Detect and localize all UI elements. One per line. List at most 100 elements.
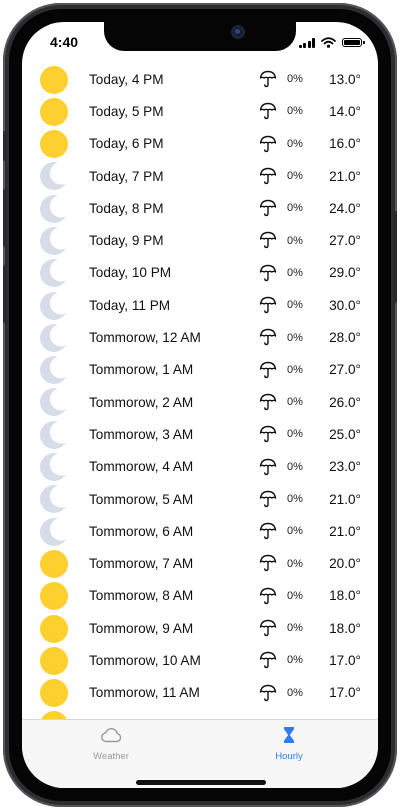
hourly-row: Tommorow, 9 AM 0% 18.0° [22, 612, 378, 644]
hourly-row: Tommorow, 3 AM 0% 25.0° [22, 418, 378, 450]
hour-label: Today, 4 PM [89, 71, 164, 87]
screen: 4:40 Today, 4 PM 0% 13.0° Today, 5 PM 0% 14.0… [22, 22, 378, 788]
umbrella-icon [259, 458, 277, 475]
hourly-row: Today, 11 PM 0% 30.0° [22, 289, 378, 321]
moon-icon [40, 485, 68, 514]
rain-chance: 0% [287, 331, 303, 344]
hourly-list[interactable]: Today, 4 PM 0% 13.0° Today, 5 PM 0% 14.0° Toda… [22, 63, 378, 719]
status-time: 4:40 [50, 34, 79, 50]
umbrella-icon [259, 652, 277, 669]
rain-chance: 0% [287, 686, 303, 699]
moon-icon [40, 388, 68, 417]
temperature: 18.0° [329, 620, 361, 636]
umbrella-icon [259, 264, 277, 281]
rain-chance: 0% [287, 493, 303, 505]
rain-chance: 0% [287, 299, 303, 312]
umbrella-icon [259, 167, 277, 185]
umbrella-icon [259, 490, 277, 508]
hour-label: Today, 9 PM [89, 233, 164, 249]
rain-chance: 0% [287, 396, 303, 409]
rain-chance: 0% [287, 266, 303, 279]
sun-icon [40, 646, 68, 675]
hour-label: Today, 6 PM [89, 136, 164, 152]
umbrella-icon [259, 232, 277, 249]
side-button [393, 211, 397, 303]
moon-icon [40, 356, 68, 385]
hourly-row: Today, 10 PM 0% 29.0° [22, 257, 378, 289]
hour-label: Today, 8 PM [89, 200, 164, 216]
hour-label: Tommorow, 5 AM [89, 491, 194, 507]
moon-icon [40, 291, 68, 320]
tab-weather-label: Weather [93, 751, 129, 762]
hour-label: Tommorow, 1 AM [89, 362, 194, 378]
cloud-icon [101, 727, 122, 743]
hourly-row: Tommorow, 1 AM 0% 27.0° [22, 354, 378, 386]
temperature: 21.0° [329, 168, 361, 184]
umbrella-icon [259, 587, 277, 604]
hourly-row: Today, 5 PM 0% 14.0° [22, 95, 378, 127]
temperature: 26.0° [329, 394, 361, 410]
moon-icon [40, 259, 68, 288]
hourly-row: Today, 6 PM 0% 16.0° [22, 128, 378, 160]
rain-chance: 0% [287, 170, 303, 183]
hour-label: Today, 10 PM [89, 265, 172, 281]
rain-chance: 0% [287, 428, 303, 441]
temperature: 16.0° [329, 136, 361, 152]
hourly-row: Tommorow, 10 AM 0% 17.0° [22, 644, 378, 676]
hour-label: Tommorow, 11 AM [89, 685, 200, 701]
temperature: 29.0° [329, 265, 361, 281]
umbrella-icon [259, 135, 277, 152]
umbrella-icon [259, 555, 277, 572]
home-indicator[interactable] [136, 780, 266, 785]
hourly-row: Tommorow, 8 AM 0% 18.0° [22, 580, 378, 612]
tab-hourly[interactable]: Hourly [249, 726, 329, 762]
front-camera [231, 25, 245, 39]
sun-icon [40, 582, 68, 611]
umbrella-icon [259, 684, 277, 701]
moon-icon [40, 162, 68, 191]
sun-icon [40, 614, 68, 643]
hour-label: Tommorow, 12 AM [89, 330, 201, 346]
temperature: 30.0° [329, 297, 361, 313]
rain-chance: 0% [287, 654, 303, 667]
rain-chance: 0% [287, 622, 303, 635]
umbrella-icon [259, 296, 277, 314]
temperature: 28.0° [329, 330, 361, 346]
hourly-row: Tommorow, 4 AM 0% 23.0° [22, 451, 378, 483]
rain-chance: 0% [287, 460, 303, 473]
hour-label: Tommorow, 6 AM [89, 523, 194, 539]
temperature: 14.0° [329, 103, 361, 119]
hour-label: Tommorow, 2 AM [89, 394, 194, 410]
hourly-row: Tommorow, 5 AM 0% 21.0° [22, 483, 378, 515]
moon-icon [40, 194, 68, 223]
hourly-row [22, 709, 378, 719]
umbrella-icon [259, 522, 277, 540]
hour-label: Tommorow, 10 AM [89, 652, 201, 668]
tab-weather[interactable]: Weather [71, 726, 151, 762]
volume-down-button [3, 265, 7, 323]
wifi-icon [321, 37, 336, 48]
hour-label: Tommorow, 3 AM [89, 426, 194, 442]
hourly-row: Today, 4 PM 0% 13.0° [22, 63, 378, 95]
tab-bar: Weather Hourly [22, 719, 378, 788]
sun-icon [40, 549, 68, 578]
sun-icon [40, 711, 68, 719]
volume-up-button [3, 189, 7, 247]
sun-icon [40, 130, 68, 159]
moon-icon [40, 226, 68, 255]
hourglass-icon [284, 727, 294, 743]
hourly-row: Today, 7 PM 0% 21.0° [22, 160, 378, 192]
rain-chance: 0% [287, 137, 303, 150]
temperature: 21.0° [329, 523, 361, 539]
temperature: 27.0° [329, 362, 361, 378]
hour-label: Today, 7 PM [89, 168, 164, 184]
umbrella-icon [259, 199, 277, 217]
hourly-row: Tommorow, 7 AM 0% 20.0° [22, 547, 378, 579]
temperature: 25.0° [329, 426, 361, 442]
status-icons [298, 37, 365, 48]
temperature: 17.0° [329, 652, 361, 668]
rain-chance: 0% [287, 73, 303, 86]
battery-icon [342, 38, 365, 47]
moon-icon [40, 453, 68, 482]
hourly-row: Tommorow, 6 AM 0% 21.0° [22, 515, 378, 547]
